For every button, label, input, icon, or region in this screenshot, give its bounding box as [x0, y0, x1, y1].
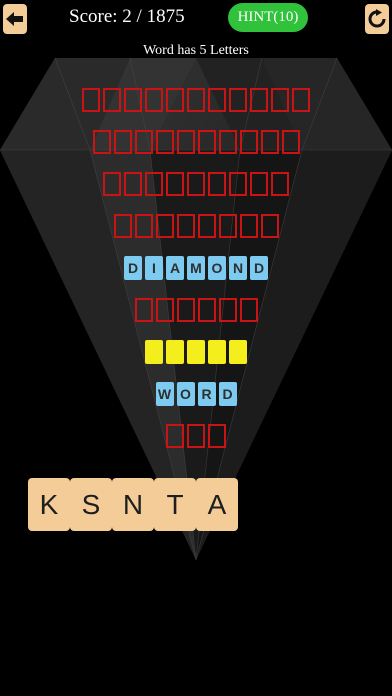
letter-tile[interactable]: T: [154, 478, 196, 531]
empty-letter-cell: [239, 298, 258, 322]
empty-letter-cell: [218, 298, 237, 322]
score-display: Score: 2 / 1875: [69, 6, 185, 27]
puzzle-row: DIAMOND: [0, 256, 392, 282]
empty-letter-cell: [218, 214, 237, 238]
empty-letter-cell: [166, 88, 184, 112]
solved-letter-cell: O: [208, 256, 226, 280]
solved-letter-cell: O: [176, 382, 195, 406]
puzzle-row: [0, 88, 392, 114]
empty-letter-cell: [166, 424, 184, 448]
solved-letter-cell: I: [145, 256, 163, 280]
letter-tile[interactable]: S: [70, 478, 112, 531]
solved-letter-cell: D: [124, 256, 142, 280]
empty-letter-cell: [113, 214, 132, 238]
empty-letter-cell: [134, 130, 153, 154]
empty-letter-cell: [134, 214, 153, 238]
empty-letter-cell: [124, 172, 142, 196]
empty-letter-cell: [103, 88, 121, 112]
refresh-button[interactable]: [365, 4, 389, 34]
empty-letter-cell: [229, 172, 247, 196]
empty-letter-cell: [271, 88, 289, 112]
puzzle-row: [0, 172, 392, 198]
letter-tile[interactable]: N: [112, 478, 154, 531]
solved-letter-cell: D: [250, 256, 268, 280]
active-letter-cell: [166, 340, 184, 364]
solved-letter-cell: M: [187, 256, 205, 280]
score-value: 2: [122, 6, 132, 27]
empty-letter-cell: [197, 298, 216, 322]
empty-letter-cell: [281, 130, 300, 154]
empty-letter-cell: [103, 172, 121, 196]
empty-letter-cell: [187, 424, 205, 448]
empty-letter-cell: [250, 88, 268, 112]
empty-letter-cell: [124, 88, 142, 112]
empty-letter-cell: [187, 172, 205, 196]
puzzle-row: WORD: [0, 382, 392, 408]
empty-letter-cell: [197, 214, 216, 238]
empty-letter-cell: [208, 172, 226, 196]
empty-letter-cell: [155, 298, 174, 322]
empty-letter-cell: [82, 88, 100, 112]
letter-tiles: KSNTA: [28, 478, 238, 531]
empty-letter-cell: [208, 424, 226, 448]
solved-letter-cell: D: [218, 382, 237, 406]
active-letter-cell: [187, 340, 205, 364]
empty-letter-cell: [187, 88, 205, 112]
puzzle-row: [0, 298, 392, 324]
empty-letter-cell: [176, 130, 195, 154]
empty-letter-cell: [145, 172, 163, 196]
empty-letter-cell: [260, 214, 279, 238]
hint-button[interactable]: HINT(10): [228, 3, 308, 32]
letter-tile[interactable]: A: [196, 478, 238, 531]
solved-letter-cell: N: [229, 256, 247, 280]
back-button[interactable]: [3, 4, 27, 34]
empty-letter-cell: [218, 130, 237, 154]
refresh-icon: [368, 9, 386, 28]
empty-letter-cell: [271, 172, 289, 196]
empty-letter-cell: [166, 172, 184, 196]
empty-letter-cell: [92, 130, 111, 154]
empty-letter-cell: [176, 298, 195, 322]
empty-letter-cell: [155, 214, 174, 238]
puzzle-row: [0, 130, 392, 156]
arrow-left-icon: [6, 12, 23, 26]
active-letter-cell: [145, 340, 163, 364]
puzzle-row: [0, 340, 392, 366]
empty-letter-cell: [239, 214, 258, 238]
empty-letter-cell: [113, 130, 132, 154]
score-total: 1875: [146, 6, 185, 27]
empty-letter-cell: [176, 214, 195, 238]
puzzle-row: [0, 214, 392, 240]
empty-letter-cell: [134, 298, 153, 322]
solved-letter-cell: R: [197, 382, 216, 406]
solved-letter-cell: A: [166, 256, 184, 280]
active-letter-cell: [208, 340, 226, 364]
empty-letter-cell: [292, 88, 310, 112]
empty-letter-cell: [208, 88, 226, 112]
empty-letter-cell: [197, 130, 216, 154]
empty-letter-cell: [145, 88, 163, 112]
score-label: Score:: [69, 6, 118, 27]
empty-letter-cell: [260, 130, 279, 154]
empty-letter-cell: [250, 172, 268, 196]
solved-letter-cell: W: [155, 382, 174, 406]
empty-letter-cell: [229, 88, 247, 112]
empty-letter-cell: [239, 130, 258, 154]
word-length-hint: Word has 5 Letters: [143, 43, 249, 58]
active-letter-cell: [229, 340, 247, 364]
empty-letter-cell: [155, 130, 174, 154]
puzzle-row: [0, 424, 392, 450]
letter-tile[interactable]: K: [28, 478, 70, 531]
